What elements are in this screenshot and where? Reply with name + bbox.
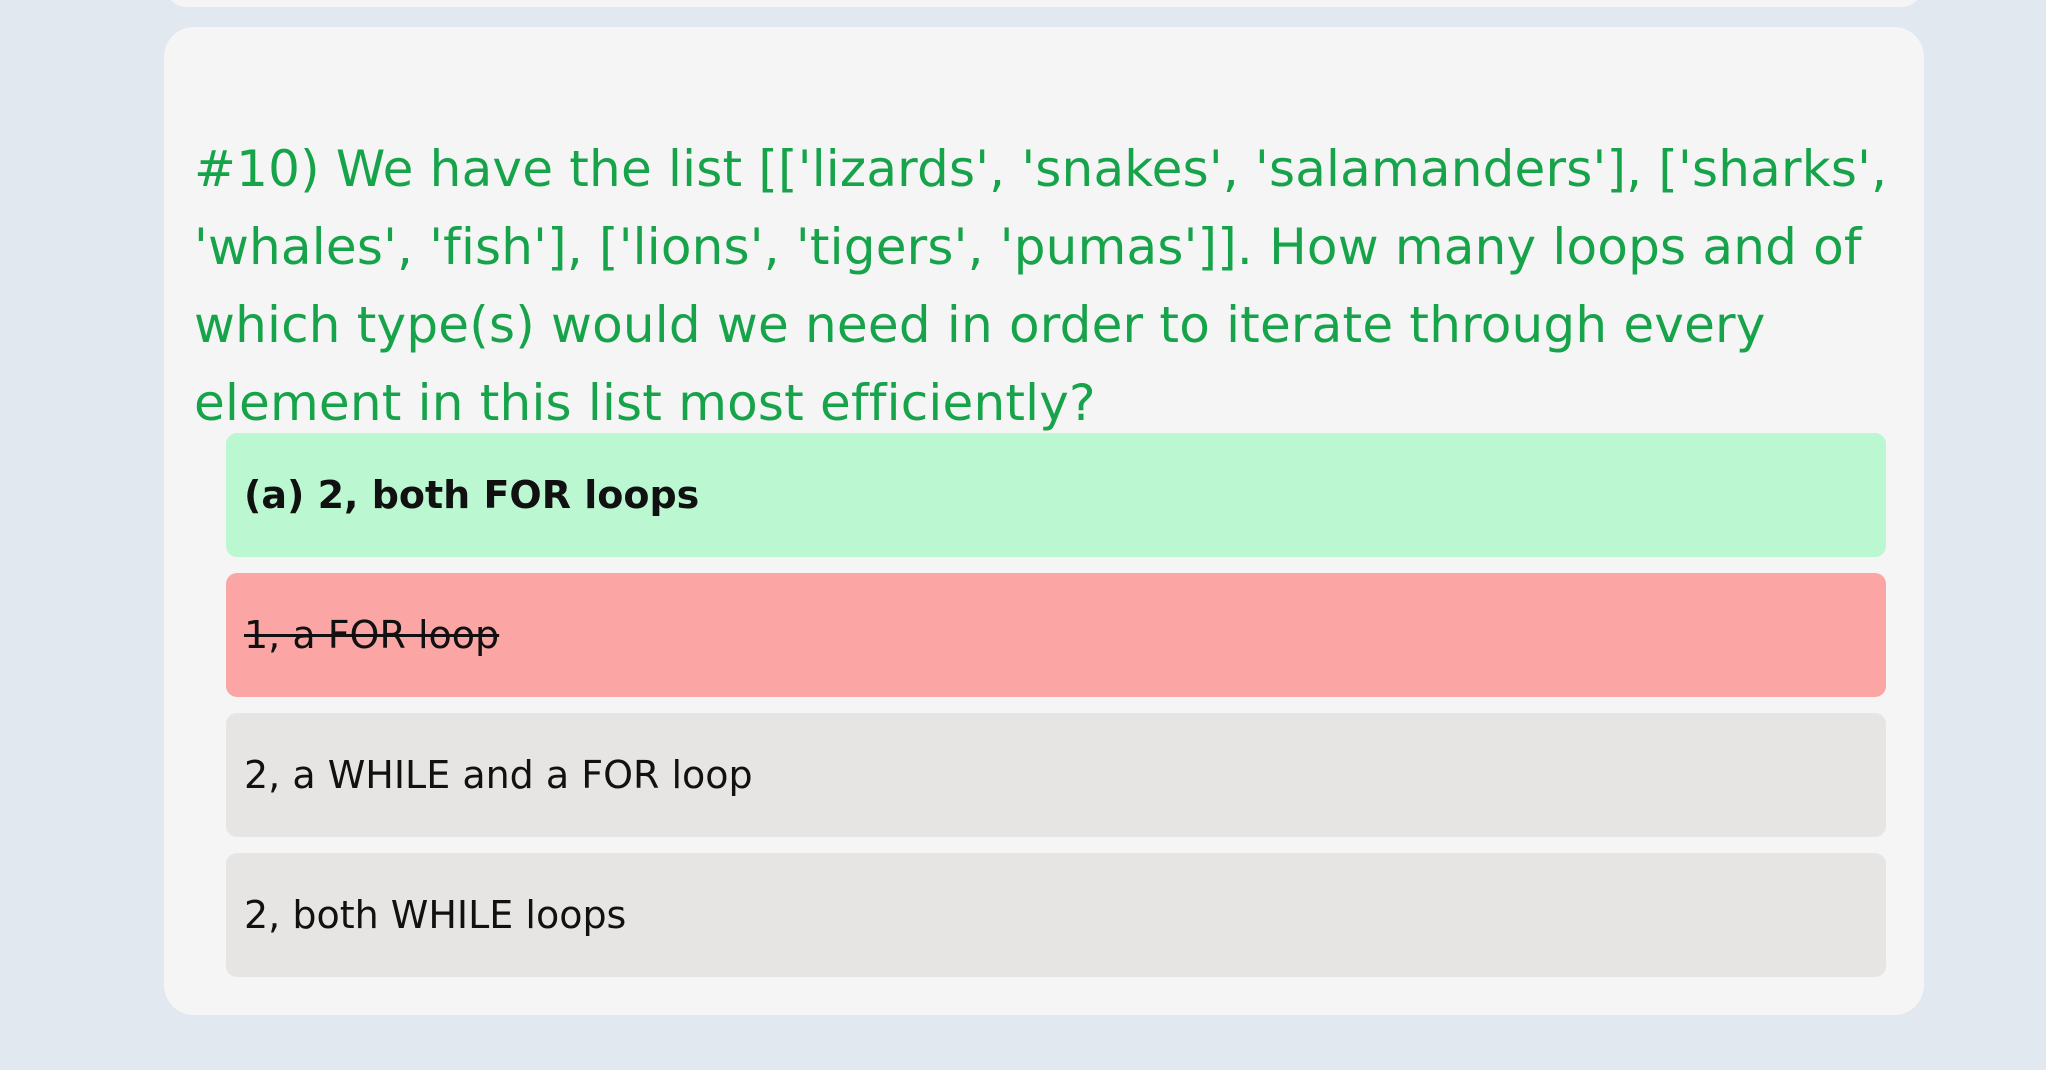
answer-option[interactable]: 2, both WHILE loops (226, 853, 1886, 977)
question-card: #10) We have the list [['lizards', 'snak… (164, 27, 1924, 1015)
question-text: #10) We have the list [['lizards', 'snak… (194, 140, 1888, 432)
answer-label: 2, a WHILE and a FOR loop (244, 753, 753, 797)
answer-label: (a) 2, both FOR loops (244, 473, 700, 517)
answer-options: (a) 2, both FOR loops 1, a FOR loop 2, a… (226, 433, 1886, 993)
answer-option-incorrect[interactable]: 1, a FOR loop (226, 573, 1886, 697)
previous-question-card (164, 0, 1924, 7)
answer-option-correct[interactable]: (a) 2, both FOR loops (226, 433, 1886, 557)
answer-label: 2, both WHILE loops (244, 893, 627, 937)
answer-label: 1, a FOR loop (244, 613, 500, 657)
quiz-page: { "question": { "text": "#10) We have th… (0, 0, 2046, 1070)
answer-option[interactable]: 2, a WHILE and a FOR loop (226, 713, 1886, 837)
